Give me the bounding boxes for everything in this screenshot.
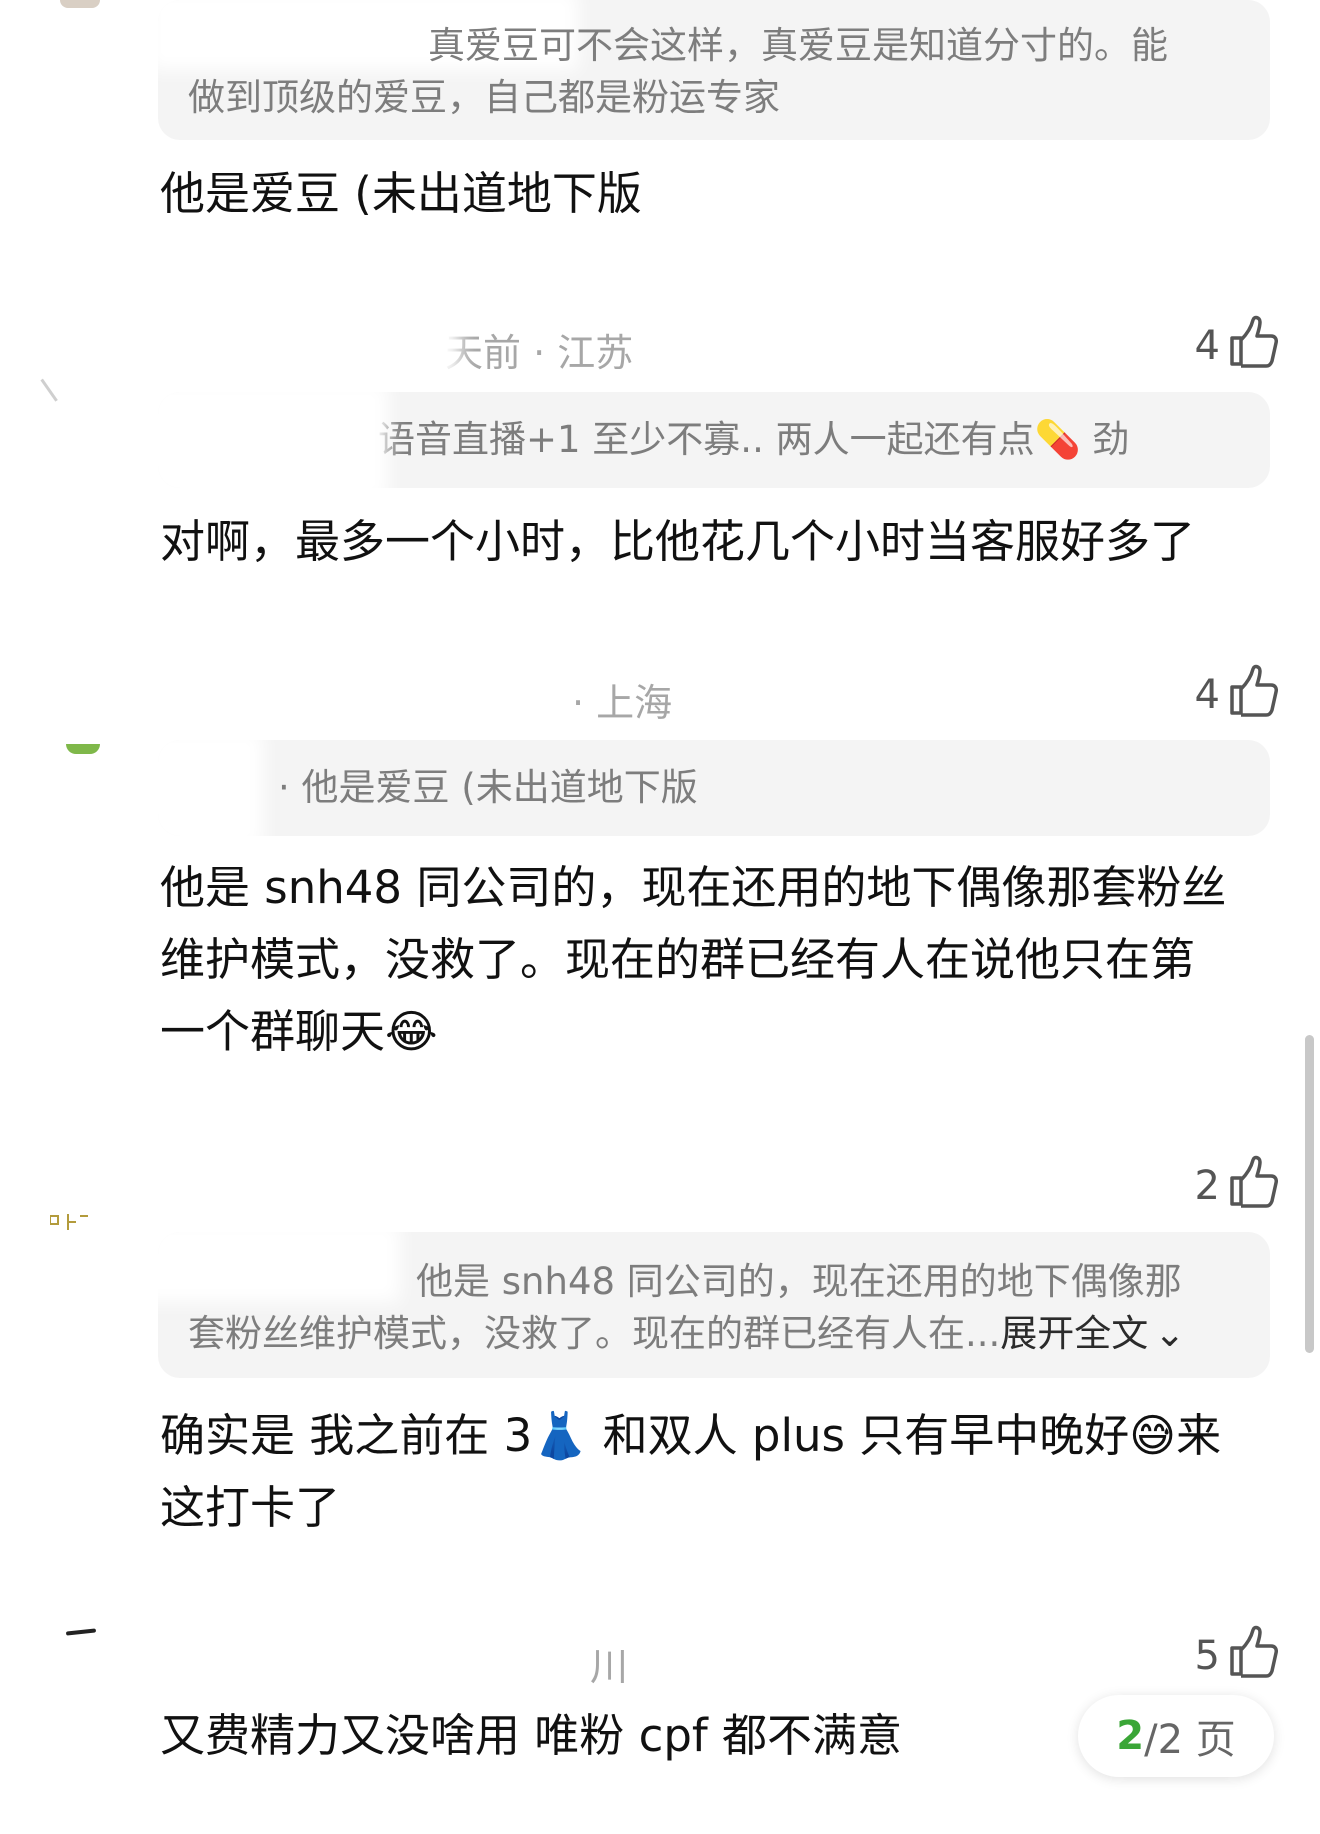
like-count: 5	[1194, 1633, 1220, 1679]
comment-text-line: 他是爱豆 (未出道地下版	[160, 167, 642, 220]
comment-text: 确实是 我之前在 3👗 和双人 plus 只有早中晚好😅来 这打卡了	[160, 1400, 1280, 1544]
avatar[interactable]	[65, 1628, 97, 1636]
like-button[interactable]: 2	[1194, 1155, 1278, 1214]
like-count: 2	[1194, 1163, 1220, 1209]
comment-meta: 天前 · 江苏	[445, 331, 634, 375]
comment-text: 他是爱豆 (未出道地下版	[160, 158, 1280, 230]
like-button[interactable]: 4	[1194, 664, 1278, 723]
quoted-reply: 他是 snh48 同公司的，现在还用的地下偶像那 套粉丝维护模式，没救了。现在的…	[158, 1232, 1270, 1378]
like-count: 4	[1194, 672, 1220, 718]
quoted-reply-line: 做到顶级的爱豆，自己都是粉运专家	[188, 76, 780, 119]
comment-text-line: 这打卡了	[160, 1481, 341, 1534]
comment-text-line: 维护模式，没救了。现在的群已经有人在说他只在第	[160, 933, 1196, 986]
quoted-reply-text: 套粉丝维护模式，没救了。现在的群已经有人在...	[188, 1312, 1001, 1355]
thumbs-up-icon	[1228, 314, 1278, 378]
total-pages: /2 页	[1144, 1717, 1236, 1763]
like-button[interactable]: 5	[1194, 1625, 1278, 1684]
comment-text-line: 一个群聊天😂	[160, 1005, 438, 1058]
quoted-reply: · 他是爱豆 (未出道地下版	[158, 740, 1270, 836]
avatar[interactable]	[49, 1214, 90, 1232]
avatar[interactable]	[60, 0, 100, 8]
comment-text-line: 对啊，最多一个小时，比他花几个小时当客服好多了	[160, 515, 1196, 568]
like-count: 4	[1194, 323, 1220, 369]
scrollbar-thumb[interactable]	[1305, 1035, 1314, 1353]
current-page: 2	[1116, 1713, 1145, 1759]
quoted-reply: 语音直播+1 至少不寡.. 两人一起还有点💊 劲	[158, 392, 1270, 488]
chevron-down-icon[interactable]: ⌄	[1154, 1308, 1185, 1360]
avatar[interactable]	[40, 368, 73, 402]
quoted-reply-line: 真爱豆可不会这样，真爱豆是知道分寸的。能	[428, 24, 1168, 67]
comment-text: 对啊，最多一个小时，比他花几个小时当客服好多了	[160, 506, 1280, 578]
comment-text-line: 确实是 我之前在 3👗 和双人 plus 只有早中晚好😅来	[160, 1409, 1222, 1462]
comment-text: 他是 snh48 同公司的，现在还用的地下偶像那套粉丝 维护模式，没救了。现在的…	[160, 852, 1280, 1068]
thumbs-up-icon	[1228, 1154, 1278, 1218]
comment-meta: 川	[590, 1645, 629, 1689]
thumbs-up-icon	[1228, 1624, 1278, 1688]
page-indicator[interactable]: 2/2 页	[1078, 1695, 1274, 1777]
like-button[interactable]: 4	[1194, 315, 1278, 374]
thumbs-up-icon	[1228, 663, 1278, 727]
expand-full-text-link[interactable]: 展开全文	[1000, 1312, 1148, 1355]
quoted-reply: 真爱豆可不会这样，真爱豆是知道分寸的。能 做到顶级的爱豆，自己都是粉运专家	[158, 0, 1270, 140]
quoted-reply-line: 套粉丝维护模式，没救了。现在的群已经有人在...展开全文 ⌄	[188, 1308, 1240, 1360]
avatar[interactable]	[66, 744, 100, 754]
comment-meta: · 上海	[572, 681, 673, 725]
quoted-reply-line: · 他是爱豆 (未出道地下版	[278, 766, 698, 809]
comment-text-line: 他是 snh48 同公司的，现在还用的地下偶像那套粉丝	[160, 861, 1227, 914]
